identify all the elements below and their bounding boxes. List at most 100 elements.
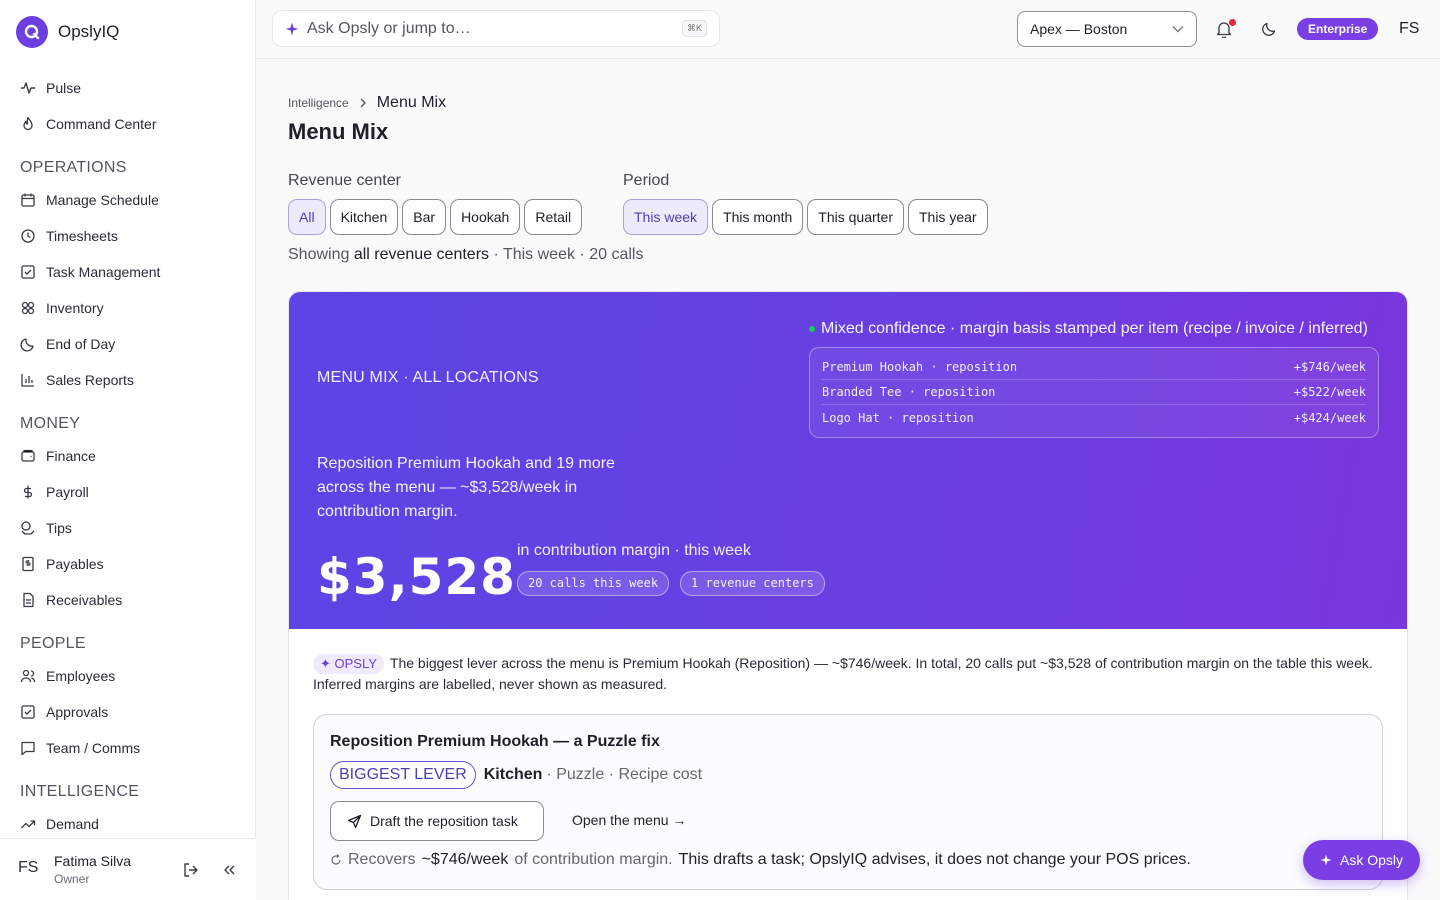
sidebar-item-inventory[interactable]: Inventory — [20, 298, 104, 318]
confidence-dot — [809, 326, 815, 332]
sparkle-icon — [1320, 854, 1332, 866]
sidebar-item-label: Employees — [46, 668, 116, 684]
chevron-right-icon — [360, 98, 366, 108]
sidebar-item-payables[interactable]: Payables — [20, 554, 104, 574]
dollar-icon — [23, 485, 33, 499]
document-icon — [23, 592, 34, 608]
open-menu-link[interactable]: Open the menu → — [572, 812, 686, 828]
top-user-avatar[interactable]: FS — [1399, 20, 1419, 38]
sidebar-item-label: Approvals — [46, 704, 109, 720]
sidebar-item-demand[interactable]: Demand — [20, 814, 99, 834]
user-avatar[interactable]: FS — [18, 859, 38, 877]
sidebar-item-receivables[interactable]: Receivables — [20, 590, 122, 610]
filter-summary: Showing all revenue centers · This week … — [288, 246, 643, 264]
ask-opsly-label: Ask Opsly — [1339, 852, 1403, 868]
sidebar-item-pulse[interactable]: Pulse — [20, 78, 81, 98]
theme-toggle-moon-icon[interactable] — [1261, 21, 1277, 37]
sidebar-item-label: Demand — [46, 816, 99, 832]
revenue-center-filter: All Kitchen Bar Hookah Retail — [288, 199, 583, 235]
refresh-icon — [331, 854, 341, 865]
sidebar-footer: FS Fatima Silva Owner — [0, 838, 256, 900]
confidence-line: Mixed confidence · margin basis stamped … — [809, 320, 1368, 338]
period-chip-this-week[interactable]: This week — [623, 199, 709, 235]
moon-icon — [20, 338, 34, 352]
sidebar-item-sales-reports[interactable]: Sales Reports — [20, 370, 134, 390]
brand-logo-icon — [16, 16, 48, 48]
sidebar-item-timesheets[interactable]: Timesheets — [20, 226, 118, 246]
lever-item: Logo Hat · reposition — [822, 410, 974, 425]
period-chip-this-month[interactable]: This month — [712, 199, 804, 235]
breadcrumb-parent[interactable]: Intelligence — [288, 96, 349, 110]
lever-row[interactable]: Branded Tee · reposition +$522/week — [822, 380, 1366, 405]
collapse-sidebar-icon[interactable] — [220, 861, 238, 879]
checkbox-icon — [21, 265, 35, 279]
sidebar-item-label: Receivables — [46, 592, 123, 608]
recovery-note: Recovers ~$746/week of contribution marg… — [330, 851, 1191, 869]
sidebar-item-end-of-day[interactable]: End of Day — [20, 334, 115, 354]
location-select[interactable]: Apex — Boston — [1017, 11, 1197, 47]
revenue-center-chip-all[interactable]: All — [288, 199, 326, 235]
sidebar: OpslyIQ Pulse Command Center OPERATIONS … — [0, 0, 256, 900]
sidebar-item-manage-schedule[interactable]: Manage Schedule — [20, 190, 159, 210]
trend-up-icon — [21, 820, 36, 829]
recommendation-tags: · Puzzle · Recipe cost — [546, 766, 703, 783]
lever-row[interactable]: Logo Hat · reposition +$424/week — [822, 405, 1366, 430]
user-name: Fatima Silva — [54, 853, 132, 869]
confidence-text: Mixed confidence · margin basis stamped … — [821, 320, 1368, 337]
sidebar-item-tips[interactable]: Tips — [20, 518, 72, 538]
opsly-summary-text: The biggest lever across the menu is Pre… — [313, 655, 1373, 692]
search-input[interactable] — [307, 19, 667, 38]
nav-group-operations: OPERATIONS — [20, 159, 127, 176]
sidebar-item-label: Finance — [46, 448, 96, 464]
revenue-center-chip-retail[interactable]: Retail — [524, 199, 583, 235]
period-chip-this-quarter[interactable]: This quarter — [807, 199, 904, 235]
revenue-center-chip-kitchen[interactable]: Kitchen — [329, 199, 399, 235]
recovers-prefix: Recovers — [348, 851, 416, 868]
sidebar-item-label: Payroll — [46, 484, 89, 500]
lever-item: Branded Tee · reposition — [822, 385, 996, 399]
sidebar-item-finance[interactable]: Finance — [20, 446, 96, 466]
showing-scope: all revenue centers — [353, 246, 490, 263]
menu-mix-card: MENU MIX · ALL LOCATIONS Reposition Prem… — [288, 291, 1408, 900]
sidebar-item-approvals[interactable]: Approvals — [20, 702, 108, 722]
sidebar-item-label: Tips — [46, 520, 72, 536]
page-title: Menu Mix — [288, 119, 389, 144]
user-role: Owner — [54, 872, 90, 886]
hero-banner: MENU MIX · ALL LOCATIONS Reposition Prem… — [289, 292, 1407, 629]
sidebar-item-label: Payables — [46, 556, 104, 572]
draft-reposition-task-button[interactable]: Draft the reposition task — [330, 801, 544, 841]
topbar: ⌘K Apex — Boston Enterprise FS — [256, 0, 1440, 59]
lever-value: +$746/week — [1293, 360, 1366, 374]
sidebar-item-team-comms[interactable]: Team / Comms — [20, 738, 140, 758]
lever-row[interactable]: Premium Hookah · reposition +$746/week — [822, 355, 1366, 380]
sidebar-item-payroll[interactable]: Payroll — [20, 482, 89, 502]
revenue-center-chip-bar[interactable]: Bar — [402, 199, 447, 235]
period-filter: This week This month This quarter This y… — [623, 199, 988, 235]
sidebar-item-employees[interactable]: Employees — [20, 666, 115, 686]
sidebar-item-label: Inventory — [46, 300, 104, 316]
recovers-mid: of contribution margin. — [514, 851, 673, 868]
hero-amount: $3,528 — [317, 548, 516, 606]
sidebar-item-command-center[interactable]: Command Center — [20, 114, 157, 134]
logout-icon[interactable] — [182, 861, 200, 879]
receipt-icon — [22, 556, 34, 572]
sidebar-item-label: Task Management — [46, 264, 161, 280]
plan-badge: Enterprise — [1297, 18, 1379, 40]
revenue-center-chip-hookah[interactable]: Hookah — [450, 199, 521, 235]
opsly-tag-label: OPSLY — [334, 656, 377, 671]
command-search[interactable]: ⌘K — [272, 10, 720, 47]
flame-icon — [23, 116, 33, 131]
shortcut-hint: ⌘K — [681, 20, 707, 37]
biggest-lever-badge: BIGGEST LEVER — [330, 761, 476, 789]
brand[interactable]: OpslyIQ — [16, 16, 119, 48]
location-value: Apex — Boston — [1030, 21, 1128, 37]
wallet-icon — [21, 449, 35, 462]
sidebar-item-task-management[interactable]: Task Management — [20, 262, 160, 282]
ask-opsly-button[interactable]: Ask Opsly — [1303, 840, 1420, 880]
brand-name: OpslyIQ — [58, 22, 120, 41]
sidebar-item-label: Sales Reports — [46, 372, 134, 388]
nav-group-people: PEOPLE — [20, 635, 86, 652]
recommendation-meta: BIGGEST LEVER Kitchen · Puzzle · Recipe … — [330, 761, 702, 789]
period-chip-this-year[interactable]: This year — [907, 199, 988, 235]
send-icon — [347, 814, 362, 828]
